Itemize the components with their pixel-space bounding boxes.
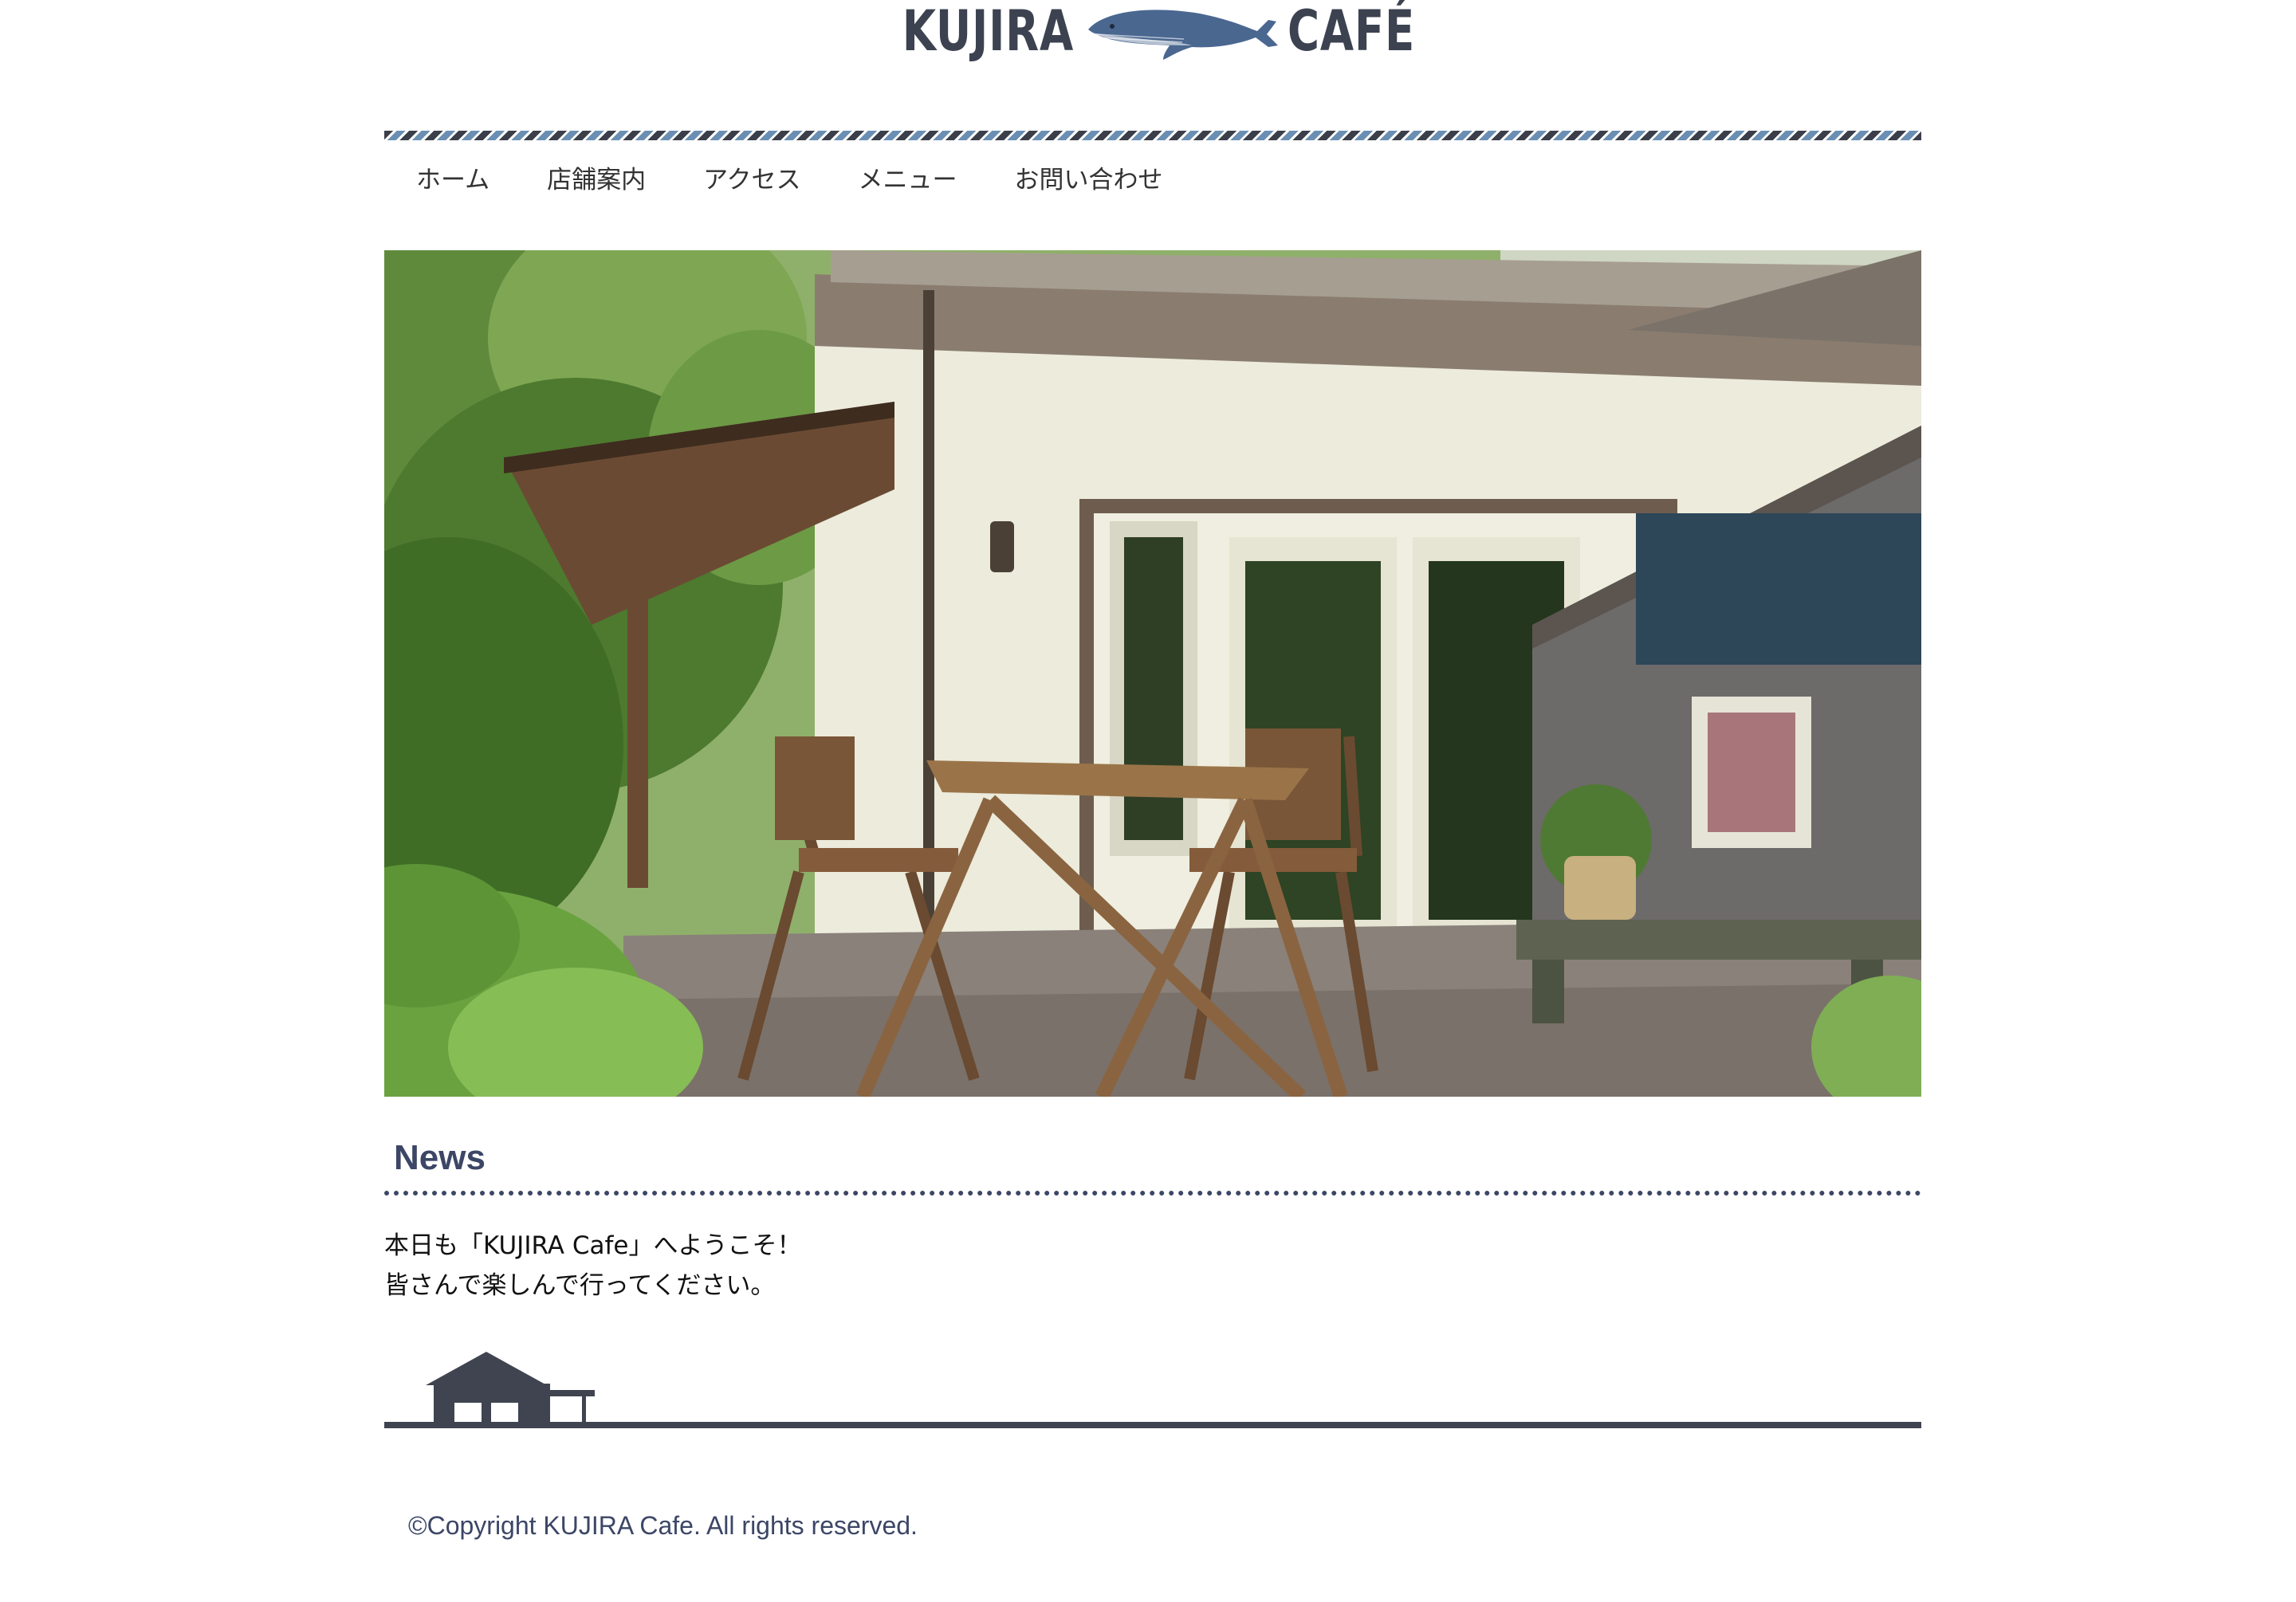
decorative-stripe: [384, 131, 1921, 140]
news-divider: [384, 1191, 1921, 1196]
copyright-text: ©Copyright KUJIRA Cafe. All rights reser…: [408, 1511, 918, 1540]
hero-image: [384, 250, 1921, 1097]
logo-inner: KUJIRA CAFÉ: [854, 0, 1451, 65]
news-body: 本日も「KUJIRA Cafe」へようこそ！ 皆さんで楽しんで行ってください。: [384, 1226, 801, 1306]
footer-divider: [384, 1422, 1921, 1428]
main-nav: ホーム 店舗案内 アクセス メニュー お問い合わせ: [384, 156, 1163, 204]
news-line-2: 皆さんで楽しんで行ってください。: [384, 1271, 776, 1300]
page: KUJIRA CAFÉ ホーム 店舗案内 アクセス メニュー お問い合わせ Ne…: [384, 0, 1921, 1602]
news-heading: News: [394, 1138, 486, 1177]
nav-item-access[interactable]: アクセス: [703, 156, 800, 204]
nav-item-menu[interactable]: メニュー: [859, 156, 957, 204]
logo-text-right: CAFÉ: [1288, 0, 1416, 64]
nav-item-home[interactable]: ホーム: [416, 156, 489, 204]
news-line-1: 本日も「KUJIRA Cafe」へようこそ！: [384, 1231, 802, 1260]
cafe-terrace-photo: [384, 250, 1921, 1097]
logo-text-left: KUJIRA: [902, 0, 1075, 64]
whale-icon: [1088, 10, 1279, 60]
nav-item-contact[interactable]: お問い合わせ: [1015, 156, 1163, 204]
house-icon: [426, 1352, 595, 1428]
site-logo[interactable]: KUJIRA CAFÉ: [384, 0, 1921, 69]
nav-item-store-info[interactable]: 店舗案内: [547, 156, 646, 204]
